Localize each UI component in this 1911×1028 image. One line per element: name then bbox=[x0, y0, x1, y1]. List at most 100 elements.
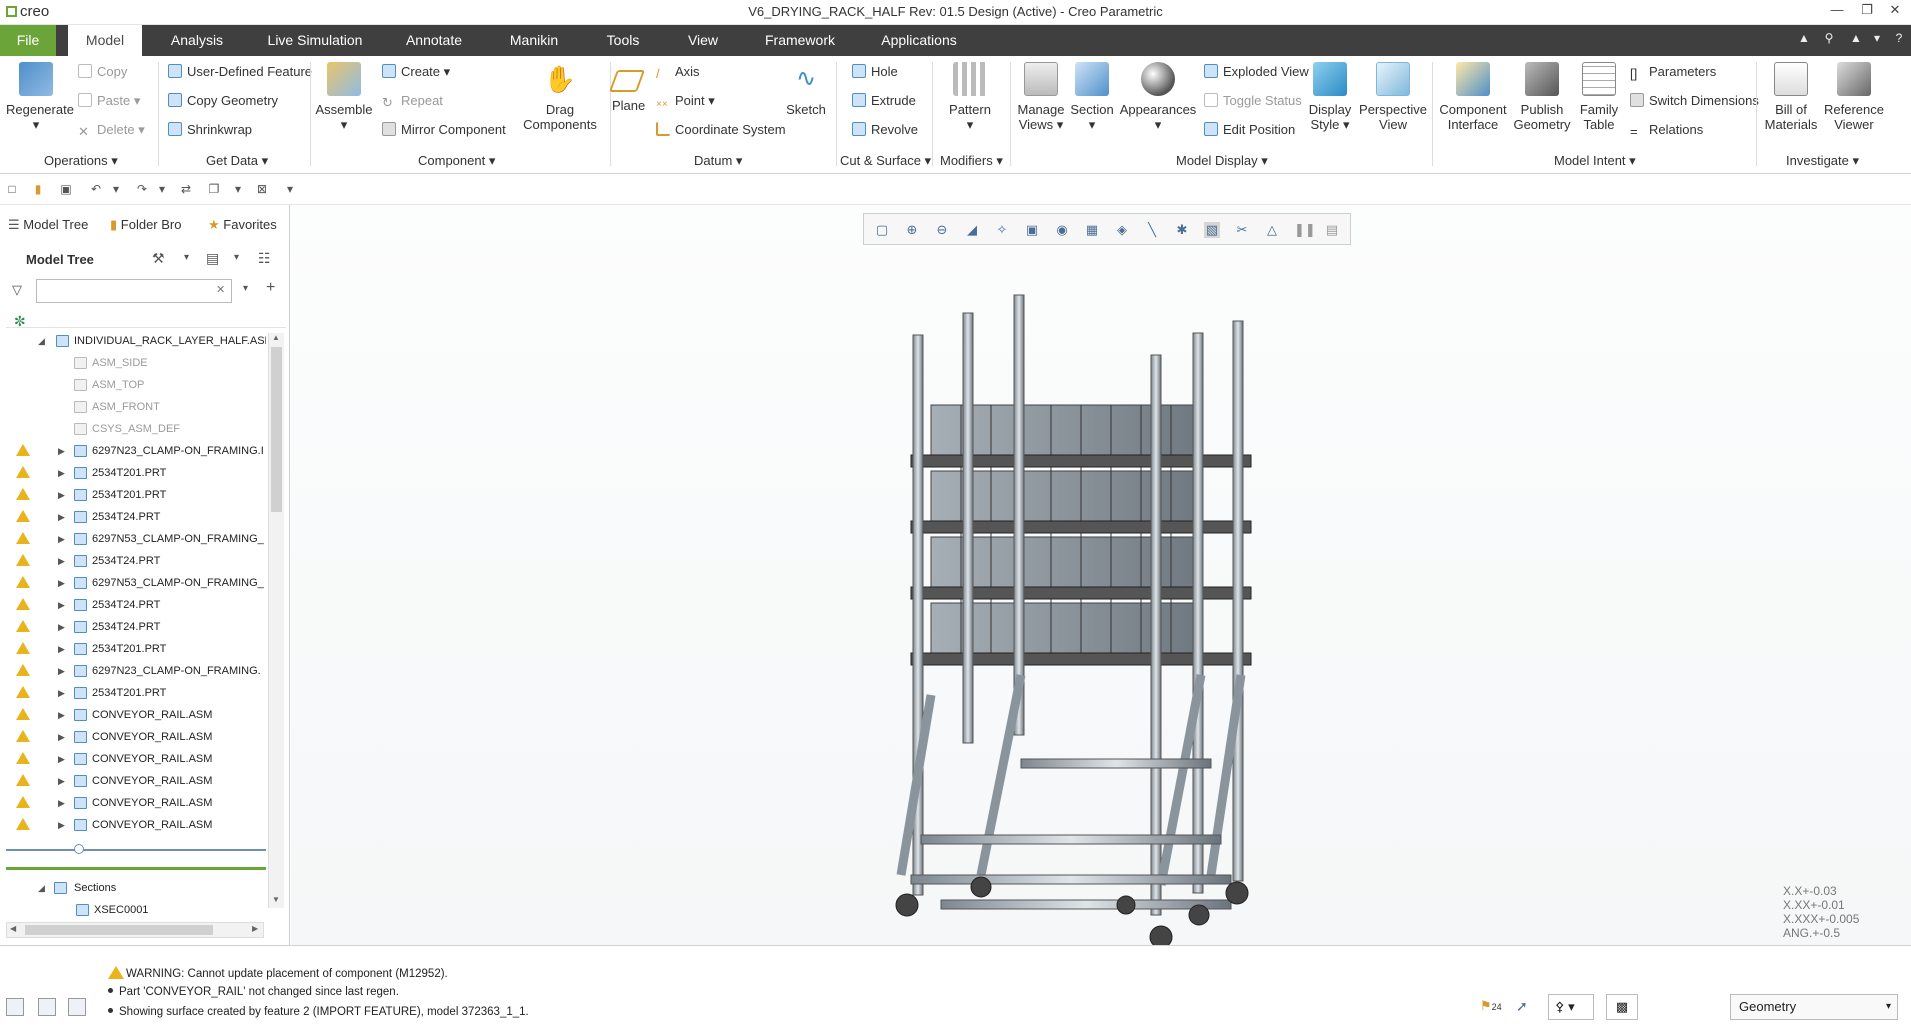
tab-tools[interactable]: Tools bbox=[596, 25, 650, 56]
expand-icon[interactable]: ▶ bbox=[58, 770, 65, 792]
show-options-icon[interactable]: ▤ bbox=[206, 250, 219, 267]
group-title-cut-surface[interactable]: Cut & Surface ▾ bbox=[840, 153, 931, 169]
assemble-button[interactable]: Assemble ▾ bbox=[314, 62, 374, 132]
expand-icon[interactable]: ▶ bbox=[58, 528, 65, 550]
collapse-ribbon-icon[interactable]: ▲ bbox=[1795, 31, 1813, 49]
expand-icon[interactable]: ▶ bbox=[58, 440, 65, 462]
relations-button[interactable]: = Relations bbox=[1630, 122, 1703, 139]
saved-orientations-icon[interactable]: ◉ bbox=[1054, 222, 1070, 238]
regen-flag-icon[interactable]: ⚑24 bbox=[1480, 998, 1502, 1014]
view-manager-icon[interactable]: ▦ bbox=[1084, 222, 1100, 238]
pause-icon[interactable]: ❚❚ bbox=[1294, 222, 1316, 238]
annotation-display-icon[interactable]: ▧ bbox=[1204, 222, 1220, 238]
undo-dropdown-icon[interactable]: ▾ bbox=[108, 182, 124, 198]
h-scrollbar-thumb[interactable] bbox=[25, 925, 213, 935]
zoom-in-icon[interactable]: ⊕ bbox=[904, 222, 920, 238]
expand-icon[interactable]: ▶ bbox=[58, 462, 65, 484]
shrinkwrap-button[interactable]: Shrinkwrap bbox=[168, 122, 252, 138]
tree-node[interactable]: ◢ INDIVIDUAL_RACK_LAYER_HALF.ASM bbox=[0, 330, 266, 352]
windows-icon[interactable]: ❐ bbox=[206, 182, 222, 198]
expand-icon[interactable]: ▶ bbox=[58, 506, 65, 528]
tree-node[interactable]: ▶ 2534T24.PRT bbox=[0, 550, 266, 572]
perspective-icon[interactable]: ◈ bbox=[1114, 222, 1130, 238]
spin-icon[interactable]: ✂ bbox=[1234, 222, 1250, 238]
parameters-button[interactable]: [] Parameters bbox=[1630, 64, 1716, 81]
minimize-icon[interactable]: — bbox=[1826, 2, 1848, 22]
extrude-button[interactable]: Extrude bbox=[852, 93, 916, 109]
tab-analysis[interactable]: Analysis bbox=[160, 25, 234, 56]
splitter-handle[interactable] bbox=[74, 844, 84, 854]
drag-components-button[interactable]: ✋ Drag Components bbox=[520, 62, 600, 132]
search-dropdown-icon[interactable]: ▾ bbox=[243, 283, 248, 294]
section-item[interactable]: XSEC0001 bbox=[0, 899, 266, 921]
tab-favorites[interactable]: ★ Favorites bbox=[208, 210, 277, 240]
group-title-get-data[interactable]: Get Data ▾ bbox=[206, 153, 268, 169]
exploded-view-button[interactable]: Exploded View bbox=[1204, 64, 1309, 80]
search-icon[interactable]: ⚲ bbox=[1820, 31, 1838, 49]
hole-button[interactable]: Hole bbox=[852, 64, 898, 80]
tree-vertical-scrollbar[interactable]: ▲ ▼ bbox=[268, 333, 284, 908]
expand-icon[interactable]: ▶ bbox=[58, 594, 65, 616]
chevron-down-icon[interactable]: ▾ bbox=[1868, 31, 1886, 49]
bill-of-materials-button[interactable]: Bill of Materials bbox=[1762, 62, 1820, 132]
appearances-button[interactable]: Appearances ▾ bbox=[1118, 62, 1198, 132]
tree-node[interactable]: ▶ CONVEYOR_RAIL.ASM bbox=[0, 792, 266, 814]
user-defined-feature-button[interactable]: User-Defined Feature bbox=[168, 64, 312, 80]
copy-button[interactable]: Copy bbox=[78, 64, 127, 80]
delete-button[interactable]: ✕ Delete ▾ bbox=[78, 122, 145, 139]
tree-node[interactable]: ▶ 6297N23_CLAMP-ON_FRAMING. bbox=[0, 660, 266, 682]
tab-live-simulation[interactable]: Live Simulation bbox=[262, 25, 368, 56]
save-icon[interactable]: ▣ bbox=[58, 182, 74, 198]
tree-node[interactable]: ▶ CONVEYOR_RAIL.ASM bbox=[0, 726, 266, 748]
search-input[interactable] bbox=[36, 279, 232, 303]
component-interface-button[interactable]: Component Interface bbox=[1436, 62, 1510, 132]
display-style-button[interactable]: Display Style ▾ bbox=[1306, 62, 1354, 132]
publish-geometry-button[interactable]: Publish Geometry bbox=[1512, 62, 1572, 132]
expand-icon[interactable]: ▶ bbox=[58, 660, 65, 682]
repaint-icon[interactable]: ◢ bbox=[964, 222, 980, 238]
datum-display-icon[interactable]: ✱ bbox=[1174, 222, 1190, 238]
reference-viewer-button[interactable]: Reference Viewer bbox=[1822, 62, 1886, 132]
expand-icon[interactable]: ▶ bbox=[58, 638, 65, 660]
tree-horizontal-scrollbar[interactable]: ◀ ▶ bbox=[6, 922, 264, 938]
group-title-investigate[interactable]: Investigate ▾ bbox=[1786, 153, 1859, 169]
selection-filter-dropdown[interactable]: Geometry ▾ bbox=[1730, 994, 1898, 1020]
tree-node[interactable]: ▶ 2534T201.PRT bbox=[0, 682, 266, 704]
group-title-datum[interactable]: Datum ▾ bbox=[694, 153, 742, 169]
regenerate-button[interactable]: Regenerate ▾ bbox=[6, 62, 74, 132]
section-splitter[interactable] bbox=[6, 867, 266, 870]
collapse-icon[interactable]: ◢ bbox=[38, 877, 45, 899]
help-icon[interactable]: ? bbox=[1890, 31, 1908, 49]
tree-node[interactable]: ▶ CONVEYOR_RAIL.ASM bbox=[0, 704, 266, 726]
clear-search-icon[interactable]: ✕ bbox=[216, 283, 225, 296]
expand-icon[interactable]: ▶ bbox=[58, 616, 65, 638]
find-binoculars-icon[interactable]: ⚴ ▾ bbox=[1548, 994, 1594, 1020]
show-dropdown-icon[interactable]: ▾ bbox=[234, 252, 239, 263]
tree-node[interactable]: ASM_TOP bbox=[0, 374, 266, 396]
expand-icon[interactable]: ▶ bbox=[58, 550, 65, 572]
mirror-component-button[interactable]: Mirror Component bbox=[382, 122, 506, 138]
refit-icon[interactable]: ▢ bbox=[874, 222, 890, 238]
settings-dropdown-icon[interactable]: ▾ bbox=[184, 252, 189, 263]
settings-tools-icon[interactable]: ⚒ bbox=[152, 250, 165, 267]
expand-icon[interactable]: ▶ bbox=[58, 792, 65, 814]
dynamic-display-icon[interactable]: ▤ bbox=[1324, 222, 1340, 238]
coordinate-system-button[interactable]: Coordinate System bbox=[656, 122, 786, 138]
full-screen-icon[interactable] bbox=[68, 998, 86, 1016]
expand-icon[interactable]: ▶ bbox=[58, 814, 65, 836]
collapse-icon[interactable]: ◢ bbox=[38, 330, 45, 352]
plane-button[interactable]: Plane bbox=[608, 62, 645, 113]
axis-button[interactable]: / Axis bbox=[656, 64, 700, 81]
tab-framework[interactable]: Framework bbox=[758, 25, 842, 56]
group-title-modifiers[interactable]: Modifiers ▾ bbox=[940, 153, 1003, 169]
group-title-operations[interactable]: Operations ▾ bbox=[44, 153, 118, 169]
tree-node[interactable]: CSYS_ASM_DEF bbox=[0, 418, 266, 440]
tree-node[interactable]: ASM_SIDE bbox=[0, 352, 266, 374]
tree-node[interactable]: ▶ 2534T24.PRT bbox=[0, 616, 266, 638]
expand-icon[interactable]: ▶ bbox=[58, 748, 65, 770]
paste-button[interactable]: Paste ▾ bbox=[78, 93, 140, 109]
point-button[interactable]: ×× Point ▾ bbox=[656, 93, 715, 111]
tab-folder-browser[interactable]: ▮ Folder Bro bbox=[110, 210, 181, 240]
copy-geometry-button[interactable]: Copy Geometry bbox=[168, 93, 278, 109]
navigator-toggle-icon[interactable] bbox=[6, 998, 24, 1016]
